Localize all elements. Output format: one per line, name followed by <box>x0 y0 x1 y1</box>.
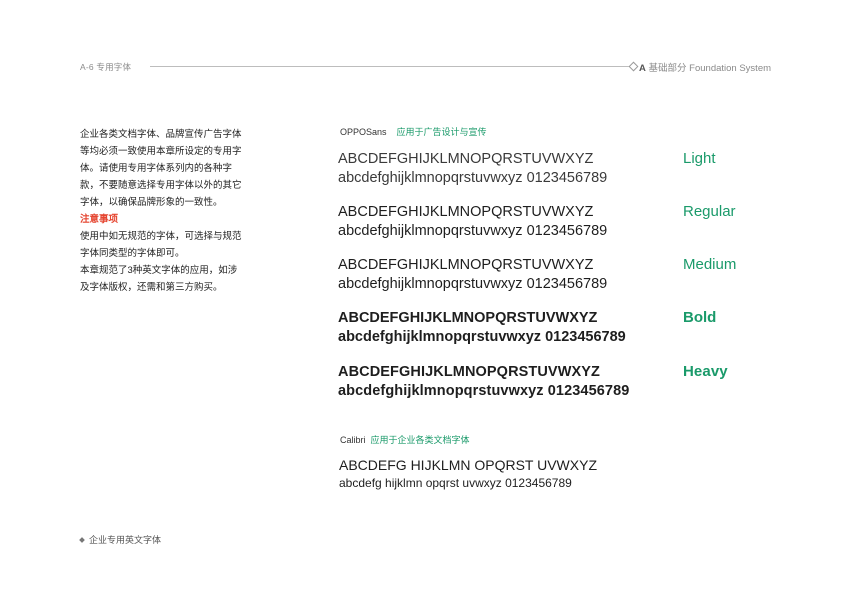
sample-bold: ABCDEFGHIJKLMNOPQRSTUVWXYZ abcdefghijklm… <box>338 309 626 347</box>
weight-bold: Bold <box>683 309 717 326</box>
diamond-icon <box>628 61 639 72</box>
font-usage: 应用于企业各类文档字体 <box>370 435 470 445</box>
sample-upper: ABCDEFGHIJKLMNOPQRSTUVWXYZ <box>338 364 600 380</box>
intro-text: 企业各类文档字体、品牌宣传广告字体等均必须一致使用本章所设定的专用字体。请使用专… <box>80 126 245 296</box>
sample-heavy: ABCDEFGHIJKLMNOPQRSTUVWXYZ abcdefghijklm… <box>338 363 629 401</box>
intro-paragraph: 企业各类文档字体、品牌宣传广告字体等均必须一致使用本章所设定的专用字体。请使用专… <box>80 129 242 208</box>
sample-upper: ABCDEFGHIJKLMNOPQRSTUVWXYZ <box>338 204 594 220</box>
note-line: 本章规范了3种英文字体的应用，如涉及字体版权，还需和第三方购买。 <box>80 265 238 293</box>
footer-label: 企业专用英文字体 <box>89 535 162 545</box>
font-name: OPPOSans <box>340 127 387 137</box>
sample-upper: ABCDEFGHIJKLMNOPQRSTUVWXYZ <box>338 257 594 273</box>
sample-lower: abcdefghijklmnopqrstuvwxyz 0123456789 <box>338 276 608 292</box>
sample-upper: ABCDEFGHIJKLMNOPQRSTUVWXYZ <box>338 151 594 167</box>
sample-upper: ABCDEFGHIJKLMNOPQRSTUVWXYZ <box>338 310 598 326</box>
sample-lower: abcdefghijklmnopqrstuvwxyz 0123456789 <box>338 223 608 239</box>
weight-medium: Medium <box>683 256 737 273</box>
footer: 企业专用英文字体 <box>79 533 162 546</box>
calibri-label: Calibri 应用于企业各类文档字体 <box>340 433 470 446</box>
sample-upper: ABCDEFG HIJKLMN OPQRST UVWXYZ <box>339 457 597 473</box>
section-prefix: A <box>639 63 646 74</box>
sample-light: ABCDEFGHIJKLMNOPQRSTUVWXYZ abcdefghijklm… <box>338 150 607 188</box>
font-usage: 应用于广告设计与宣传 <box>396 127 487 137</box>
note-title: 注意事项 <box>80 214 119 225</box>
section-title-cn: 基础部分 <box>648 63 687 74</box>
section-code: A-6 专用字体 <box>80 62 132 72</box>
weight-heavy: Heavy <box>683 363 728 380</box>
sample-lower: abcdefghijklmnopqrstuvwxyz 0123456789 <box>338 383 630 399</box>
diamond-bullet-icon <box>79 536 85 543</box>
sample-calibri: ABCDEFG HIJKLMN OPQRST UVWXYZ abcdefg hi… <box>339 455 597 492</box>
sample-medium: ABCDEFGHIJKLMNOPQRSTUVWXYZ abcdefghijklm… <box>338 256 607 294</box>
weight-regular: Regular <box>683 203 736 220</box>
note-line: 使用中如无规范的字体，可选择与规范字体同类型的字体即可。 <box>80 231 242 259</box>
section-title: A 基础部分 Foundation System <box>639 60 771 74</box>
section-title-en: Foundation System <box>689 63 772 74</box>
header-divider <box>150 66 630 67</box>
sample-lower: abcdefghijklmnopqrstuvwxyz 0123456789 <box>338 170 608 186</box>
sample-lower: abcdefg hijklmn opqrst uvwxyz 0123456789 <box>339 476 572 490</box>
weight-light: Light <box>683 150 716 167</box>
opposans-label: OPPOSans 应用于广告设计与宣传 <box>340 125 487 138</box>
font-name: Calibri <box>340 435 366 445</box>
sample-lower: abcdefghijklmnopqrstuvwxyz 0123456789 <box>338 329 626 345</box>
sample-regular: ABCDEFGHIJKLMNOPQRSTUVWXYZ abcdefghijklm… <box>338 203 607 241</box>
